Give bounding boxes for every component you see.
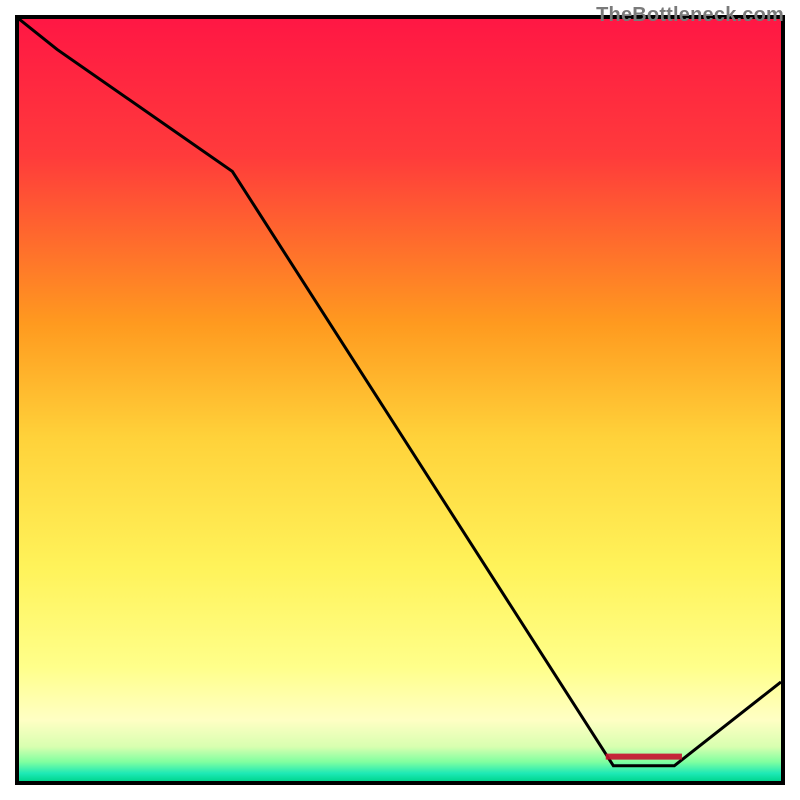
- chart-svg: [0, 0, 800, 800]
- watermark-text: TheBottleneck.com: [596, 4, 784, 27]
- gradient-background: [19, 19, 781, 781]
- annotation-bar: [606, 754, 682, 760]
- bottleneck-chart: TheBottleneck.com: [0, 0, 800, 800]
